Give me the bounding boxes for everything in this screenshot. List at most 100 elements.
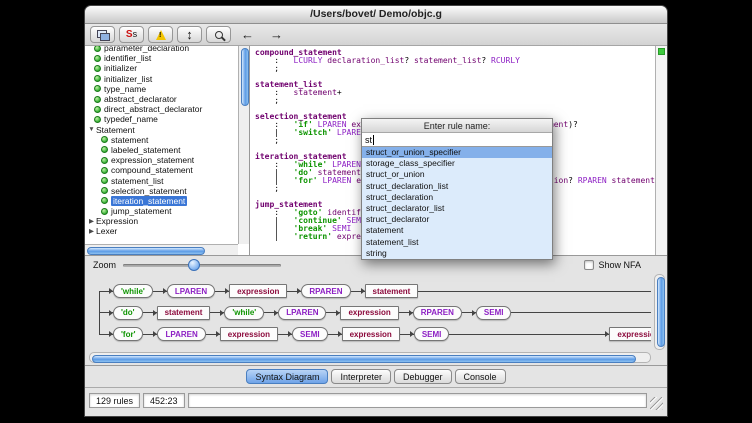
tree-horizontal-scrollbar[interactable]	[85, 244, 238, 255]
diagram-node-LPAREN[interactable]: LPAREN	[157, 327, 205, 341]
resize-grip[interactable]	[650, 397, 663, 410]
diagram-connector	[278, 334, 292, 335]
zoom-slider-knob[interactable]	[188, 259, 200, 271]
diagram-node-SEMI[interactable]: SEMI	[292, 327, 328, 341]
rule-suggestion[interactable]: string	[362, 248, 552, 259]
show-nfa-label: Show NFA	[598, 260, 641, 270]
diagram-horizontal-scrollbar[interactable]	[89, 352, 651, 363]
syntax-coloring-button[interactable]: Ss	[119, 26, 144, 43]
diagram-node-SEMI[interactable]: SEMI	[476, 306, 512, 320]
status-message	[188, 393, 647, 408]
diagram-vertical-scrollbar[interactable]	[654, 274, 665, 350]
tree-item-jump_statement[interactable]: jump_statement	[85, 206, 238, 216]
rule-suggestion[interactable]: struct_declaration_list	[362, 181, 552, 192]
diagram-node-for[interactable]: 'for'	[113, 327, 143, 341]
diagram-hscroll-thumb[interactable]	[92, 355, 636, 363]
editor-vertical-scrollbar[interactable]	[655, 46, 667, 255]
diagram-connector	[143, 334, 157, 335]
toolbar: Ss!↕ ←→	[85, 24, 667, 46]
diagram-connector	[143, 312, 157, 313]
tree-item-label: jump_statement	[111, 206, 171, 216]
diagram-node-while[interactable]: 'while'	[224, 306, 264, 320]
tree-item-compound_statement[interactable]: compound_statement	[85, 165, 238, 175]
diagram-node-statement[interactable]: statement	[365, 284, 419, 298]
rule-suggestion[interactable]: struct_or_union	[362, 169, 552, 180]
rule-icon	[94, 46, 101, 52]
diagram-connector	[264, 312, 278, 313]
tree-vertical-scrollbar[interactable]	[238, 46, 249, 244]
tree-item-abstract_declarator[interactable]: abstract_declarator	[85, 94, 238, 104]
diagram-connector	[511, 312, 651, 313]
tree-item-statement_list[interactable]: statement_list	[85, 175, 238, 185]
tab-interpreter[interactable]: Interpreter	[331, 369, 391, 384]
collapse-triangle-icon[interactable]: ▼	[87, 126, 96, 133]
diagram-node-LPAREN[interactable]: LPAREN	[278, 306, 326, 320]
tree-item-label: selection_statement	[111, 186, 187, 196]
diagram-node-expression[interactable]: expression	[609, 327, 651, 341]
rule-suggestion[interactable]: statement	[362, 225, 552, 236]
zoom-slider[interactable]	[123, 264, 281, 267]
tree-item-Statement[interactable]: ▼Statement	[85, 125, 238, 135]
tree-item-typedef_name[interactable]: typedef_name	[85, 114, 238, 124]
title-bar[interactable]: /Users/bovet/ Demo/objc.g	[85, 6, 667, 24]
tree-item-labeled_statement[interactable]: labeled_statement	[85, 145, 238, 155]
tree-item-label: parameter_declaration	[104, 46, 189, 53]
rule-suggestion[interactable]: struct_declarator_list	[362, 203, 552, 214]
rule-icon	[101, 197, 108, 204]
rule-icon	[94, 55, 101, 62]
tree-hscroll-thumb[interactable]	[87, 247, 205, 255]
tree-vscroll-thumb[interactable]	[241, 48, 249, 106]
diagram-node-expression[interactable]: expression	[229, 284, 287, 298]
rule-suggestion[interactable]: storage_class_specifier	[362, 158, 552, 169]
rule-suggestion[interactable]: struct_declaration	[362, 192, 552, 203]
window-title: /Users/bovet/ Demo/objc.g	[310, 8, 442, 20]
rule-count: 129 rules	[89, 393, 140, 408]
zoom-label: Zoom	[93, 260, 116, 270]
expand-triangle-icon[interactable]: ▶	[87, 217, 96, 225]
diagram-node-expression[interactable]: expression	[340, 306, 398, 320]
status-bar: 129 rules 452:23	[85, 388, 667, 416]
back-button[interactable]: ←	[235, 26, 260, 43]
rule-suggestion[interactable]: struct_or_union_specifier	[362, 147, 552, 158]
tree-item-direct_abstract_declarator[interactable]: direct_abstract_declarator	[85, 104, 238, 114]
diagram-vscroll-thumb[interactable]	[657, 277, 665, 347]
tab-console[interactable]: Console	[455, 369, 506, 384]
tree-item-Expression[interactable]: ▶Expression	[85, 216, 238, 226]
diagram-node-expression[interactable]: expression	[342, 327, 400, 341]
diagram-node-SEMI[interactable]: SEMI	[414, 327, 450, 341]
tab-debugger[interactable]: Debugger	[394, 369, 452, 384]
syntax-warning-button[interactable]: !	[148, 26, 173, 43]
tree-item-Lexer[interactable]: ▶Lexer	[85, 226, 238, 236]
tab-syntax-diagram[interactable]: Syntax Diagram	[246, 369, 328, 384]
diagram-node-RPAREN[interactable]: RPAREN	[301, 284, 350, 298]
rule-suggestion[interactable]: struct_declarator	[362, 214, 552, 225]
diagram-node-do[interactable]: 'do'	[113, 306, 143, 320]
tree-item-label: abstract_declarator	[104, 94, 177, 104]
tree-item-selection_statement[interactable]: selection_statement	[85, 186, 238, 196]
tree-item-iteration_statement[interactable]: iteration_statement	[85, 196, 238, 206]
tree-item-expression_statement[interactable]: expression_statement	[85, 155, 238, 165]
diagram-node-statement[interactable]: statement	[157, 306, 211, 320]
tree-item-statement[interactable]: statement	[85, 135, 238, 145]
popup-title: Enter rule name:	[362, 119, 552, 133]
show-nfa-checkbox[interactable]	[584, 260, 594, 270]
rule-icon	[101, 136, 108, 143]
tree-item-parameter_declaration[interactable]: parameter_declaration	[85, 46, 238, 53]
diagram-node-LPAREN[interactable]: LPAREN	[167, 284, 215, 298]
find-button[interactable]	[206, 26, 231, 43]
diagram-node-while[interactable]: 'while'	[113, 284, 153, 298]
show-nfa-control: Show NFA	[584, 260, 641, 270]
rule-name-input[interactable]: st	[362, 133, 552, 147]
rule-suggestion[interactable]: statement_list	[362, 237, 552, 248]
tree-item-identifier_list[interactable]: identifier_list	[85, 53, 238, 63]
tree-item-initializer_list[interactable]: initializer_list	[85, 74, 238, 84]
diagram-node-RPAREN[interactable]: RPAREN	[413, 306, 462, 320]
tree-item-initializer[interactable]: initializer	[85, 63, 238, 73]
rules-window-button[interactable]	[90, 26, 115, 43]
expand-triangle-icon[interactable]: ▶	[87, 227, 96, 235]
goto-rule-button[interactable]: ↕	[177, 26, 202, 43]
tree-item-type_name[interactable]: type_name	[85, 84, 238, 94]
diagram-node-expression[interactable]: expression	[220, 327, 278, 341]
forward-button[interactable]: →	[264, 26, 289, 43]
rule-icon	[101, 167, 108, 174]
